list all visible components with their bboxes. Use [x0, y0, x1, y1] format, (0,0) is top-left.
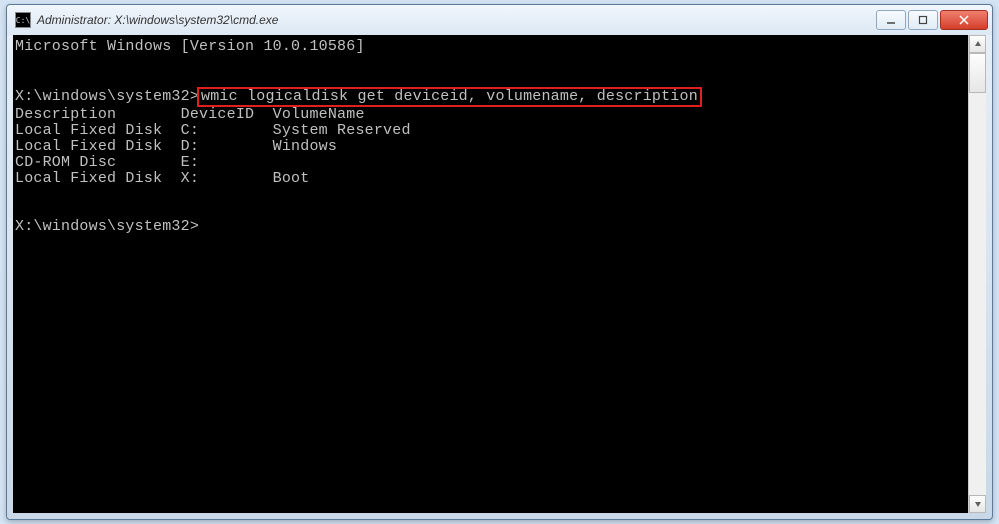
prompt-2: X:\windows\system32> [15, 218, 199, 235]
version-line: Microsoft Windows [Version 10.0.10586] [15, 38, 365, 55]
table-row: CD-ROM Disc E: [15, 154, 199, 171]
cmd-window: C:\ Administrator: X:\windows\system32\c… [6, 4, 993, 520]
close-button[interactable] [940, 10, 988, 30]
titlebar[interactable]: C:\ Administrator: X:\windows\system32\c… [7, 5, 992, 35]
table-header: Description DeviceID VolumeName [15, 106, 365, 123]
highlighted-command: wmic logicaldisk get deviceid, volumenam… [197, 87, 702, 107]
table-row: Local Fixed Disk X: Boot [15, 170, 309, 187]
scroll-down-button[interactable] [969, 495, 986, 513]
window-title: Administrator: X:\windows\system32\cmd.e… [37, 13, 876, 27]
table-row: Local Fixed Disk D: Windows [15, 138, 337, 155]
minimize-button[interactable] [876, 10, 906, 30]
prompt-1: X:\windows\system32> [15, 88, 199, 105]
scroll-track[interactable] [969, 53, 986, 495]
console-output[interactable]: Microsoft Windows [Version 10.0.10586] X… [13, 35, 968, 513]
scroll-thumb[interactable] [969, 53, 986, 93]
cmd-icon: C:\ [15, 12, 31, 28]
window-controls [876, 10, 988, 30]
scroll-up-button[interactable] [969, 35, 986, 53]
vertical-scrollbar[interactable] [968, 35, 986, 513]
maximize-button[interactable] [908, 10, 938, 30]
table-row: Local Fixed Disk C: System Reserved [15, 122, 411, 139]
client-area: Microsoft Windows [Version 10.0.10586] X… [13, 35, 986, 513]
